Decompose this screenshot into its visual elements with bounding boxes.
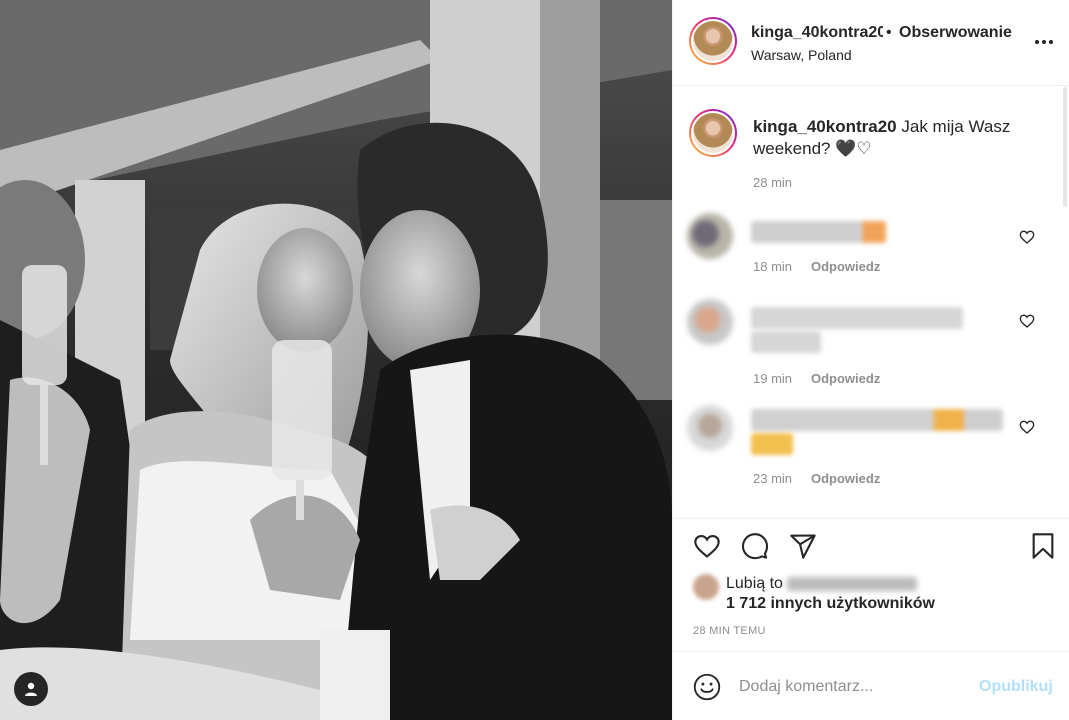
reply-button[interactable]: Odpowiedz — [811, 471, 880, 486]
author-username[interactable]: kinga_40kontra20 — [751, 24, 883, 42]
caption: kinga_40kontra20 Jak mija Wasz weekend? … — [753, 116, 1053, 160]
comment-time[interactable]: 23 min — [753, 471, 792, 486]
heart-outline-icon[interactable] — [1019, 419, 1035, 435]
tagged-users-button[interactable] — [14, 672, 48, 706]
liker-avatar[interactable] — [693, 574, 719, 600]
commenter-avatar[interactable] — [687, 299, 733, 345]
blurred-comment-text — [751, 409, 1003, 431]
comment-time[interactable]: 18 min — [753, 259, 792, 274]
blurred-comment-text — [751, 433, 793, 455]
comments-list[interactable]: kinga_40kontra20 Jak mija Wasz weekend? … — [673, 87, 1069, 519]
heart-outline-icon[interactable] — [693, 532, 721, 560]
heart-outline-icon[interactable] — [1019, 313, 1035, 329]
comment-item: 19 min Odpowiedz — [673, 295, 1069, 386]
publish-button[interactable]: Opublikuj — [979, 678, 1053, 696]
separator-dot: • — [886, 24, 892, 41]
more-horizontal-icon[interactable] — [1035, 40, 1053, 44]
post-header: kinga_40kontra20 • Obserwowanie Warsaw, … — [673, 0, 1069, 86]
post-sidebar: kinga_40kontra20 • Obserwowanie Warsaw, … — [672, 0, 1069, 720]
author-avatar[interactable] — [689, 17, 737, 65]
comment-bubble-icon[interactable] — [741, 532, 769, 560]
blurred-comment-text — [751, 331, 821, 353]
reply-button[interactable]: Odpowiedz — [811, 259, 880, 274]
following-button[interactable]: Obserwowanie — [899, 24, 1012, 42]
liked-by-text: Lubią to — [726, 574, 918, 594]
blurred-comment-text — [751, 221, 886, 243]
caption-avatar[interactable] — [689, 109, 737, 157]
blurred-comment-text — [751, 307, 963, 329]
comments-scrollbar[interactable] — [1063, 87, 1067, 207]
emoji-smiley-icon[interactable] — [693, 673, 721, 701]
comment-item: 23 min Odpowiedz — [673, 401, 1069, 491]
post-photo[interactable] — [0, 0, 672, 720]
comment-input[interactable] — [739, 675, 969, 699]
comment-time[interactable]: 19 min — [753, 371, 792, 386]
bookmark-icon[interactable] — [1029, 532, 1057, 560]
photo-image — [0, 0, 672, 720]
comment-item: 18 min Odpowiedz — [673, 209, 1069, 299]
paper-plane-icon[interactable] — [789, 532, 817, 560]
commenter-avatar[interactable] — [687, 405, 733, 451]
post-timestamp[interactable]: 28 MIN TEMU — [693, 625, 766, 637]
heart-outline-icon[interactable] — [1019, 229, 1035, 245]
blurred-liker-name[interactable] — [787, 576, 918, 591]
post-actions: Lubią to 1 712 innych użytkowników 28 MI… — [673, 520, 1069, 652]
heart-emoji: 🖤♡ — [835, 139, 872, 158]
reply-button[interactable]: Odpowiedz — [811, 371, 880, 386]
commenter-avatar[interactable] — [687, 213, 733, 259]
caption-username[interactable]: kinga_40kontra20 — [753, 117, 897, 136]
post-location[interactable]: Warsaw, Poland — [751, 47, 852, 63]
add-comment-bar: Opublikuj — [673, 653, 1069, 720]
user-icon — [25, 682, 37, 696]
liked-by-prefix: Lubią to — [726, 575, 783, 592]
caption-time[interactable]: 28 min — [753, 175, 792, 190]
likes-count-link[interactable]: 1 712 innych użytkowników — [726, 595, 935, 613]
